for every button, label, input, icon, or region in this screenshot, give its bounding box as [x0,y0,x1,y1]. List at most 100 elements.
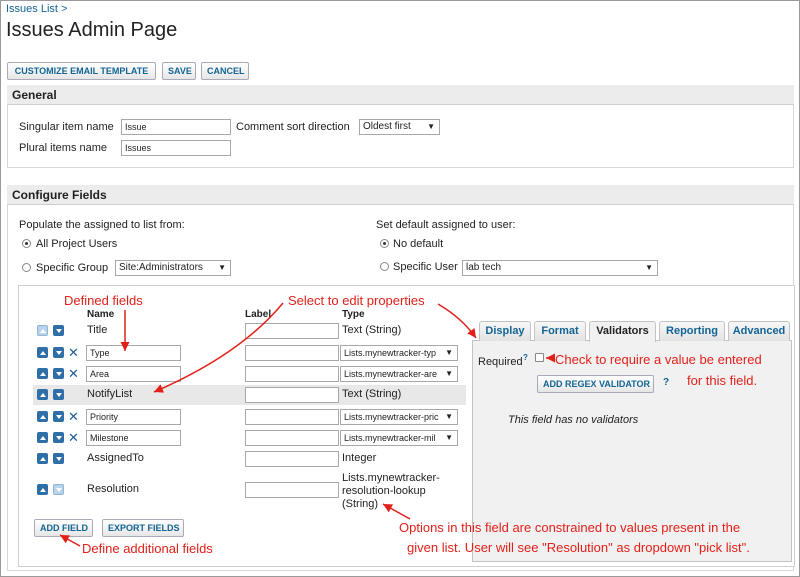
annotation-define-additional: Define additional fields [82,541,213,556]
annotation-check-required-2: for this field. [687,373,758,388]
field-name-notifylist[interactable]: NotifyList [87,388,132,400]
all-project-users-radio[interactable] [22,239,31,248]
breadcrumb-separator: > [61,3,68,15]
move-up-icon[interactable] [37,432,48,443]
move-down-icon[interactable] [53,347,64,358]
annotation-check-required-1: Check to require a value be entered [555,352,762,367]
delete-field-icon[interactable]: ✕ [68,367,79,380]
tab-validators[interactable]: Validators [589,321,656,342]
field-type-milestone: Lists.mynewtracker-mil [344,433,436,443]
required-checkbox[interactable] [535,353,544,362]
regex-help-icon[interactable]: ? [663,377,669,388]
field-type-select[interactable]: Lists.mynewtracker-mil ▼ [340,430,458,446]
field-name-input[interactable] [86,345,181,361]
field-label-input[interactable] [245,366,339,382]
annotation-defined-fields: Defined fields [64,293,143,308]
chevron-down-icon: ▼ [445,433,453,442]
delete-field-icon[interactable]: ✕ [68,346,79,359]
all-project-users-label: All Project Users [36,238,118,250]
specific-group-radio[interactable] [22,263,31,272]
move-down-icon[interactable] [53,411,64,422]
field-name-input[interactable] [86,430,181,446]
comment-sort-direction-value: Oldest first [363,121,411,132]
field-label-input[interactable] [245,451,339,467]
field-type-select[interactable]: Lists.mynewtracker-typ ▼ [340,345,458,361]
export-fields-button[interactable]: EXPORT FIELDS [102,519,184,537]
specific-user-radio[interactable] [380,262,389,271]
field-type-resolution-line: resolution-lookup [342,485,426,497]
field-type-resolution-line: Lists.mynewtracker- [342,472,440,484]
delete-field-icon[interactable]: ✕ [68,410,79,423]
move-down-icon[interactable] [53,432,64,443]
field-label-input[interactable] [245,482,339,498]
field-name-input[interactable] [86,366,181,382]
specific-user-select[interactable]: lab tech ▼ [462,260,658,276]
field-type-resolution-line: (String) [342,498,379,510]
field-type-priority: Lists.mynewtracker-pric [344,412,439,422]
move-up-icon[interactable] [37,347,48,358]
annotation-options-2: given list. User will see "Resolution" a… [407,540,750,555]
move-down-icon[interactable] [53,484,64,495]
field-name-input[interactable] [86,409,181,425]
tab-display[interactable]: Display [479,321,531,341]
required-help-icon[interactable]: ? [523,353,528,362]
no-validators-message: This field has no validators [508,414,639,426]
plural-items-name-input[interactable] [121,140,231,156]
tab-reporting[interactable]: Reporting [659,321,725,341]
populate-assigned-label: Populate the assigned to list from: [19,219,185,231]
move-up-icon[interactable] [37,411,48,422]
tab-advanced[interactable]: Advanced [728,321,790,341]
move-down-icon[interactable] [53,389,64,400]
delete-field-icon[interactable]: ✕ [68,431,79,444]
chevron-down-icon: ▼ [645,263,653,272]
chevron-down-icon: ▼ [427,122,435,131]
column-header-label: Label [245,309,272,320]
field-type-select[interactable]: Lists.mynewtracker-are ▼ [340,366,458,382]
field-type-area: Lists.mynewtracker-are [344,369,438,379]
field-type-resolution: Lists.mynewtracker- resolution-lookup (S… [342,472,440,511]
move-down-icon[interactable] [53,453,64,464]
singular-item-name-input[interactable] [121,119,231,135]
field-type-title: Text (String) [342,324,402,336]
required-label: Required [478,356,523,368]
specific-group-value: Site:Administrators [119,262,203,273]
comment-sort-direction-select[interactable]: Oldest first ▼ [359,119,440,135]
field-name-title: Title [87,324,108,336]
move-up-icon[interactable] [37,389,48,400]
move-up-icon[interactable] [37,453,48,464]
save-button[interactable]: SAVE [162,62,196,80]
field-type-select[interactable]: Lists.mynewtracker-pric ▼ [340,409,458,425]
move-up-icon[interactable] [37,484,48,495]
specific-group-label: Specific Group [36,262,109,274]
move-down-icon[interactable] [53,325,64,336]
specific-group-select[interactable]: Site:Administrators ▼ [115,260,231,276]
customize-email-template-button[interactable]: CUSTOMIZE EMAIL TEMPLATE [7,62,156,80]
field-type-notifylist: Text (String) [342,388,402,400]
chevron-down-icon: ▼ [445,412,453,421]
move-up-icon[interactable] [37,368,48,379]
add-regex-validator-button[interactable]: ADD REGEX VALIDATOR [537,375,654,393]
column-header-name: Name [87,309,115,320]
move-up-icon[interactable] [37,325,48,336]
add-field-button[interactable]: ADD FIELD [34,519,93,537]
singular-item-name-label: Singular item name [19,121,114,133]
breadcrumb-issues-list-link[interactable]: Issues List [6,3,58,15]
column-header-type: Type [342,309,365,320]
chevron-down-icon: ▼ [445,348,453,357]
field-type-assignedto: Integer [342,452,377,464]
comment-sort-direction-label: Comment sort direction [236,121,350,133]
field-label-input[interactable] [245,409,339,425]
field-name-assignedto: AssignedTo [87,452,144,464]
tab-format[interactable]: Format [534,321,586,341]
cancel-button[interactable]: CANCEL [201,62,249,80]
field-label-input[interactable] [245,430,339,446]
field-label-input[interactable] [245,345,339,361]
no-default-radio[interactable] [380,239,389,248]
field-label-input[interactable] [245,387,339,403]
default-assigned-user-label: Set default assigned to user: [376,219,516,231]
annotation-options-1: Options in this field are constrained to… [399,520,741,535]
configure-fields-heading: Configure Fields [7,185,794,205]
chevron-down-icon: ▼ [218,263,226,272]
field-label-input[interactable] [245,323,339,339]
move-down-icon[interactable] [53,368,64,379]
